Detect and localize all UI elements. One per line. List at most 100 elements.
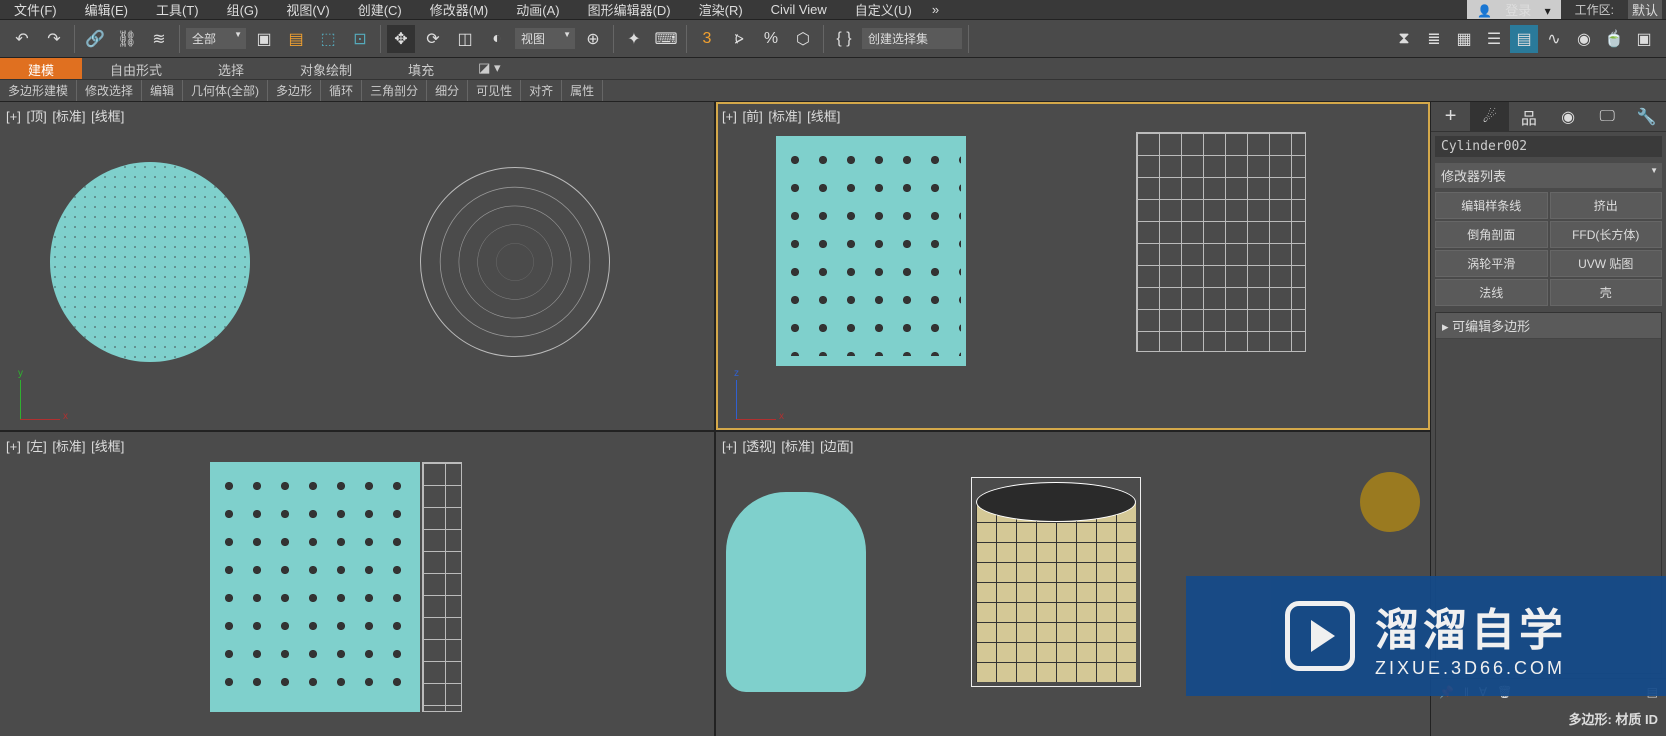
viewport-left[interactable]: [+] [左] [标准] [线框]: [0, 432, 714, 736]
hierarchy-tab-icon[interactable]: 品: [1509, 102, 1548, 131]
ribbon-panel[interactable]: 三角剖分: [362, 80, 427, 101]
named-selection-input[interactable]: 创建选择集: [862, 28, 962, 49]
ribbon-expand-icon[interactable]: ◪ ▾: [470, 58, 508, 79]
layer-icon[interactable]: ▦: [1450, 25, 1478, 53]
modify-tab-icon[interactable]: ☄: [1470, 102, 1509, 131]
ribbon-tab-populate[interactable]: 填充: [380, 58, 462, 79]
vp-name[interactable]: [透视]: [742, 439, 775, 454]
vp-name[interactable]: [左]: [26, 439, 46, 454]
ribbon-panel[interactable]: 修改选择: [77, 80, 142, 101]
mod-btn-normal[interactable]: 法线: [1435, 279, 1548, 306]
mirror-icon[interactable]: ⧗: [1390, 25, 1418, 53]
ref-coord-dropdown[interactable]: 视图: [515, 28, 575, 49]
object-name-input[interactable]: Cylinder002: [1435, 136, 1662, 157]
ribbon-panel[interactable]: 循环: [321, 80, 362, 101]
viewcube-icon[interactable]: [1360, 472, 1420, 532]
selection-filter-dropdown[interactable]: 全部: [186, 28, 246, 49]
vp-shade[interactable]: [标准]: [768, 109, 801, 124]
mod-btn-bevelprofile[interactable]: 倒角剖面: [1435, 221, 1548, 248]
vp-plus[interactable]: [+]: [722, 109, 737, 124]
vp-mode[interactable]: [线框]: [91, 109, 124, 124]
menu-edit[interactable]: 编辑(E): [75, 0, 138, 19]
mod-btn-editspline[interactable]: 编辑样条线: [1435, 192, 1548, 219]
explorer-icon[interactable]: ☰: [1480, 25, 1508, 53]
viewport-front[interactable]: [+] [前] [标准] [线框]: [716, 102, 1430, 430]
render-icon[interactable]: ▣: [1630, 25, 1658, 53]
ribbon-toggle-icon[interactable]: ▤: [1510, 25, 1538, 53]
mod-btn-extrude[interactable]: 挤出: [1550, 192, 1663, 219]
menu-civilview[interactable]: Civil View: [761, 2, 837, 17]
vp-shade[interactable]: [标准]: [781, 439, 814, 454]
manipulate-icon[interactable]: ✦: [620, 25, 648, 53]
ribbon-panel[interactable]: 对齐: [521, 80, 562, 101]
menu-group[interactable]: 组(G): [217, 0, 269, 19]
workspace-dropdown[interactable]: 默认: [1628, 0, 1662, 19]
window-crossing-icon[interactable]: ⊡: [346, 25, 374, 53]
ribbon-tab-freeform[interactable]: 自由形式: [82, 58, 190, 79]
snap-3-icon[interactable]: 3: [693, 25, 721, 53]
schematic-icon[interactable]: { }: [830, 25, 858, 53]
vp-shade[interactable]: [标准]: [52, 109, 85, 124]
mod-btn-uvwmap[interactable]: UVW 贴图: [1550, 250, 1663, 277]
mod-btn-shell[interactable]: 壳: [1550, 279, 1663, 306]
rotate-icon[interactable]: ⟳: [419, 25, 447, 53]
login-button[interactable]: 👤 登录 ▾: [1467, 0, 1561, 19]
vp-plus[interactable]: [+]: [6, 439, 21, 454]
vp-name[interactable]: [顶]: [26, 109, 46, 124]
vp-plus[interactable]: [+]: [722, 439, 737, 454]
menu-modifiers[interactable]: 修改器(M): [420, 0, 499, 19]
ribbon-panel[interactable]: 细分: [427, 80, 468, 101]
ribbon-panel[interactable]: 可见性: [468, 80, 521, 101]
menu-views[interactable]: 视图(V): [276, 0, 339, 19]
placement-icon[interactable]: ◐: [483, 25, 511, 53]
angle-snap-icon[interactable]: ⦠: [725, 25, 753, 53]
material-icon[interactable]: ◉: [1570, 25, 1598, 53]
mod-btn-turbosmooth[interactable]: 涡轮平滑: [1435, 250, 1548, 277]
modifier-list-dropdown[interactable]: 修改器列表: [1435, 163, 1662, 188]
ribbon-panel[interactable]: 多边形: [268, 80, 321, 101]
menu-file[interactable]: 文件(F): [4, 0, 67, 19]
pivot-icon[interactable]: ⊕: [579, 25, 607, 53]
undo-icon[interactable]: ↶: [8, 25, 36, 53]
vp-shade[interactable]: [标准]: [52, 439, 85, 454]
curve-editor-icon[interactable]: ∿: [1540, 25, 1568, 53]
unlink-icon[interactable]: ⛓: [113, 25, 141, 53]
viewport-top[interactable]: [+] [顶] [标准] [线框]: [0, 102, 714, 430]
redo-icon[interactable]: ↷: [40, 25, 68, 53]
ribbon-tab-selection[interactable]: 选择: [190, 58, 272, 79]
rollout-header[interactable]: 多边形: 材质 ID: [1435, 705, 1662, 732]
menu-animation[interactable]: 动画(A): [506, 0, 569, 19]
render-setup-icon[interactable]: 🍵: [1600, 25, 1628, 53]
menu-tools[interactable]: 工具(T): [146, 0, 209, 19]
select-icon[interactable]: ▣: [250, 25, 278, 53]
vp-mode[interactable]: [线框]: [807, 109, 840, 124]
menu-create[interactable]: 创建(C): [348, 0, 412, 19]
ribbon-panel[interactable]: 几何体(全部): [183, 80, 268, 101]
vp-mode[interactable]: [边面]: [820, 439, 853, 454]
ribbon-panel[interactable]: 编辑: [142, 80, 183, 101]
select-name-icon[interactable]: ▤: [282, 25, 310, 53]
scale-icon[interactable]: ◫: [451, 25, 479, 53]
ribbon-tab-objpaint[interactable]: 对象绘制: [272, 58, 380, 79]
menu-grapheditors[interactable]: 图形编辑器(D): [578, 0, 681, 19]
vp-plus[interactable]: [+]: [6, 109, 21, 124]
menu-rendering[interactable]: 渲染(R): [689, 0, 753, 19]
rect-select-icon[interactable]: ⬚: [314, 25, 342, 53]
menu-customize[interactable]: 自定义(U): [845, 0, 922, 19]
align-icon[interactable]: ≣: [1420, 25, 1448, 53]
vp-mode[interactable]: [线框]: [91, 439, 124, 454]
ribbon-panel[interactable]: 属性: [562, 80, 603, 101]
link-icon[interactable]: 🔗: [81, 25, 109, 53]
vp-name[interactable]: [前]: [742, 109, 762, 124]
create-tab-icon[interactable]: +: [1431, 102, 1470, 131]
motion-tab-icon[interactable]: ◉: [1549, 102, 1588, 131]
mod-btn-ffdbox[interactable]: FFD(长方体): [1550, 221, 1663, 248]
bind-icon[interactable]: ≋: [145, 25, 173, 53]
move-icon[interactable]: ✥: [387, 25, 415, 53]
ribbon-panel[interactable]: 多边形建模: [0, 80, 77, 101]
keyboard-icon[interactable]: ⌨: [652, 25, 680, 53]
ribbon-tab-modeling[interactable]: 建模: [0, 58, 82, 79]
stack-item-editablepoly[interactable]: 可编辑多边形: [1436, 313, 1661, 339]
percent-snap-icon[interactable]: %: [757, 25, 785, 53]
utilities-tab-icon[interactable]: 🔧: [1627, 102, 1666, 131]
